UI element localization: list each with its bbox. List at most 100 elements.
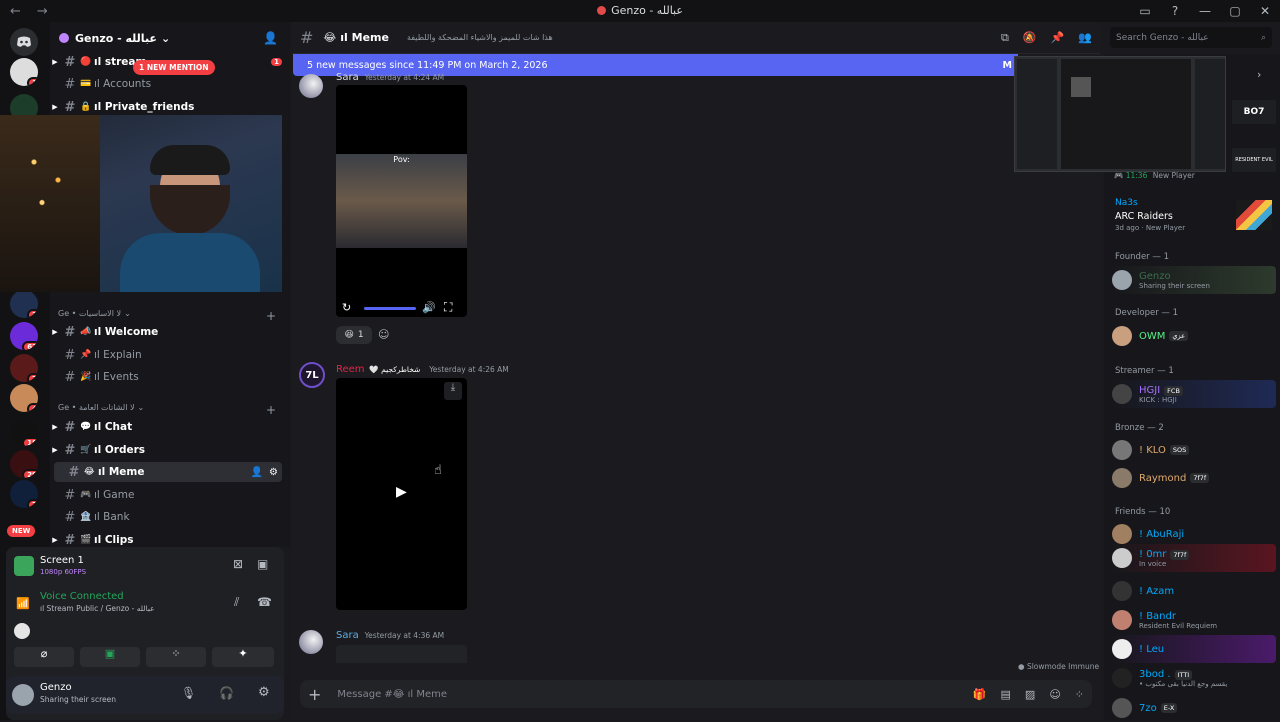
server-avatar[interactable]: 2 — [10, 290, 38, 318]
emoji-icon[interactable]: ☺ — [1049, 688, 1060, 701]
user-name[interactable]: Genzo — [40, 682, 72, 693]
channel-events[interactable]: # 🎉 ıl Events — [50, 367, 282, 387]
volume-icon[interactable]: 🔊 — [422, 301, 436, 314]
channel-topic[interactable]: هذا شات للميمز والاشياء المضحكة واللطيفة — [407, 33, 553, 42]
server-avatar[interactable]: 4 — [10, 384, 38, 412]
maximize-button[interactable]: ▢ — [1220, 4, 1250, 18]
stop-stream-icon[interactable]: ⊠ — [233, 557, 243, 571]
channel-explain[interactable]: # 📌 ıl Explain — [50, 345, 282, 365]
category-header[interactable]: Ge • لا الشاتات العامة ⌄ + — [58, 403, 276, 417]
gear-icon[interactable]: ⚙ — [269, 467, 278, 478]
server-avatar[interactable]: 62 — [10, 322, 38, 350]
user-avatar[interactable] — [12, 684, 34, 706]
voice-channel[interactable]: ıl Stream Public / Genzo - عبالله — [40, 604, 155, 613]
chevron-right-icon[interactable]: › — [1257, 68, 1261, 81]
category-header[interactable]: Ge • لا الاساسيات ⌄ + — [58, 309, 276, 323]
noise-suppression-icon[interactable]: ⫽ — [234, 595, 239, 610]
channel-game[interactable]: # 🎮 ıl Game — [50, 485, 282, 505]
add-channel-icon[interactable]: + — [266, 309, 276, 323]
screen-share-button[interactable]: ▣ — [80, 647, 140, 667]
member-3bod[interactable]: 3bod . ITTI • يقسم وجع الدنيا بقى مكتوب — [1112, 664, 1276, 692]
minimize-button[interactable]: — — [1190, 4, 1220, 18]
video-attachment-partial[interactable] — [336, 645, 467, 663]
discord-home-icon[interactable] — [10, 28, 38, 56]
server-avatar[interactable]: 7 — [10, 354, 38, 382]
member-0mr[interactable]: ! 0mr 7f7f In voice — [1112, 544, 1276, 572]
member-bandr[interactable]: ! Bandr Resident Evil Requiem — [1112, 606, 1276, 634]
channel-orders[interactable]: ▶ # 🛒 ıl Orders — [50, 440, 282, 460]
invite-icon[interactable]: 👤 — [251, 467, 263, 478]
gift-icon[interactable]: 🎁 — [973, 688, 987, 701]
close-button[interactable]: ✕ — [1250, 4, 1280, 18]
download-icon[interactable]: ⤓ — [444, 382, 462, 400]
member-hgji[interactable]: HGJI FCB KICK : HGJI — [1112, 380, 1276, 408]
server-badge: 7 — [27, 499, 38, 508]
guild-header[interactable]: Genzo - عبالله ⌄ 👤 — [50, 22, 290, 54]
author-name[interactable]: Sara — [336, 630, 359, 641]
settings-gear-icon[interactable]: ⚙ — [258, 685, 270, 700]
pin-icon[interactable]: 📌 — [1051, 31, 1065, 44]
inbox-icon[interactable]: ▭ — [1130, 4, 1160, 18]
popout-icon[interactable]: ▣ — [257, 557, 268, 571]
activities-button[interactable]: ⁘ — [146, 647, 206, 667]
member-owm[interactable]: OWM عزي — [1112, 322, 1276, 350]
message-input[interactable]: Message #😂 ıl Meme — [337, 689, 447, 700]
sticker-icon[interactable]: ▨ — [1025, 688, 1035, 701]
member-leu[interactable]: ! Leu — [1112, 635, 1276, 663]
channel-accounts[interactable]: # 💳 ıl Accounts — [50, 74, 282, 94]
member-raymond[interactable]: Raymond 7f7f — [1112, 464, 1276, 492]
member-name: ! KLO — [1139, 444, 1166, 456]
member-klo[interactable]: ! KLO SOS — [1112, 436, 1276, 464]
member-list-icon[interactable]: 👥 — [1078, 31, 1092, 44]
message-composer[interactable]: + Message #😂 ıl Meme 🎁 ▤ ▨ ☺ ⁘ — [300, 680, 1092, 708]
stream-preview[interactable] — [1014, 56, 1226, 172]
server-avatar[interactable]: 29 — [10, 450, 38, 478]
headphones-icon[interactable]: 🎧 — [219, 686, 234, 700]
video-attachment[interactable]: ⤓ ▶ — [336, 378, 467, 610]
notifications-off-icon[interactable]: 🔕 — [1023, 31, 1037, 44]
gif-icon[interactable]: ▤ — [1001, 688, 1011, 701]
add-channel-icon[interactable]: + — [266, 403, 276, 417]
channel-welcome[interactable]: ▶ # 📣 ıl Welcome — [50, 322, 282, 342]
new-servers-pill[interactable]: NEW — [7, 525, 36, 537]
member-genzo[interactable]: Genzo Sharing their screen — [1112, 266, 1276, 294]
reaction-chip[interactable]: 😆 1 — [336, 326, 372, 344]
author-name[interactable]: Reem — [336, 364, 365, 375]
video-attachment[interactable]: Pov: ↻ 🔊 ⛶ — [336, 85, 467, 317]
author-avatar[interactable]: 7L — [299, 362, 325, 388]
author-avatar[interactable] — [299, 630, 323, 654]
volume-slider[interactable] — [364, 307, 416, 310]
help-icon[interactable]: ? — [1160, 4, 1190, 18]
play-icon[interactable]: ▶ — [396, 484, 407, 500]
new-mention-pill[interactable]: 1 NEW MENTION — [133, 60, 215, 75]
microphone-icon[interactable]: 🎙 — [181, 686, 196, 700]
upload-plus-icon[interactable]: + — [308, 685, 321, 704]
channel-private-friends[interactable]: ▶ # 🔒 ıl Private_friends — [50, 97, 282, 117]
server-avatar[interactable]: 18 — [10, 418, 38, 446]
member-azam[interactable]: ! Azam — [1112, 577, 1276, 605]
add-reaction-icon[interactable]: ☺ — [378, 328, 389, 341]
activity-user[interactable]: Na3s — [1115, 198, 1138, 208]
author-name[interactable]: Sara — [336, 72, 359, 83]
game-tile-bo7[interactable]: BO7 — [1232, 100, 1276, 124]
fullscreen-icon[interactable]: ⛶ — [444, 300, 452, 315]
channel-bank[interactable]: # 🏦 ıl Bank — [50, 507, 282, 527]
author-avatar[interactable] — [299, 74, 323, 98]
server-avatar[interactable]: 7 — [10, 480, 38, 508]
channel-chat[interactable]: ▶ # 💬 ıl Chat — [50, 417, 282, 437]
game-tile-re[interactable]: RESIDENT EVIL — [1232, 148, 1276, 172]
server-avatar[interactable]: 1 — [10, 58, 38, 86]
replay-icon[interactable]: ↻ — [342, 301, 351, 314]
camera-off-button[interactable]: ⌀ — [14, 647, 74, 667]
channel-emoji: 🎬 — [80, 535, 92, 545]
disconnect-icon[interactable]: ☎ — [257, 595, 272, 609]
apps-icon[interactable]: ⁘ — [1075, 688, 1084, 701]
search-input[interactable]: Search Genzo - عبالله ⌕ — [1110, 27, 1272, 48]
member-7zo[interactable]: 7zo E-X — [1112, 694, 1276, 722]
member-avatar — [1112, 610, 1132, 630]
threads-icon[interactable]: ⧉ — [1001, 31, 1009, 45]
channel-meme[interactable]: # 😂 ıl Meme 👤 ⚙ — [54, 462, 282, 482]
voice-participant-avatar[interactable] — [14, 623, 30, 639]
soundboard-button[interactable]: ✦ — [212, 647, 274, 667]
add-friend-icon[interactable]: 👤 — [263, 31, 278, 45]
